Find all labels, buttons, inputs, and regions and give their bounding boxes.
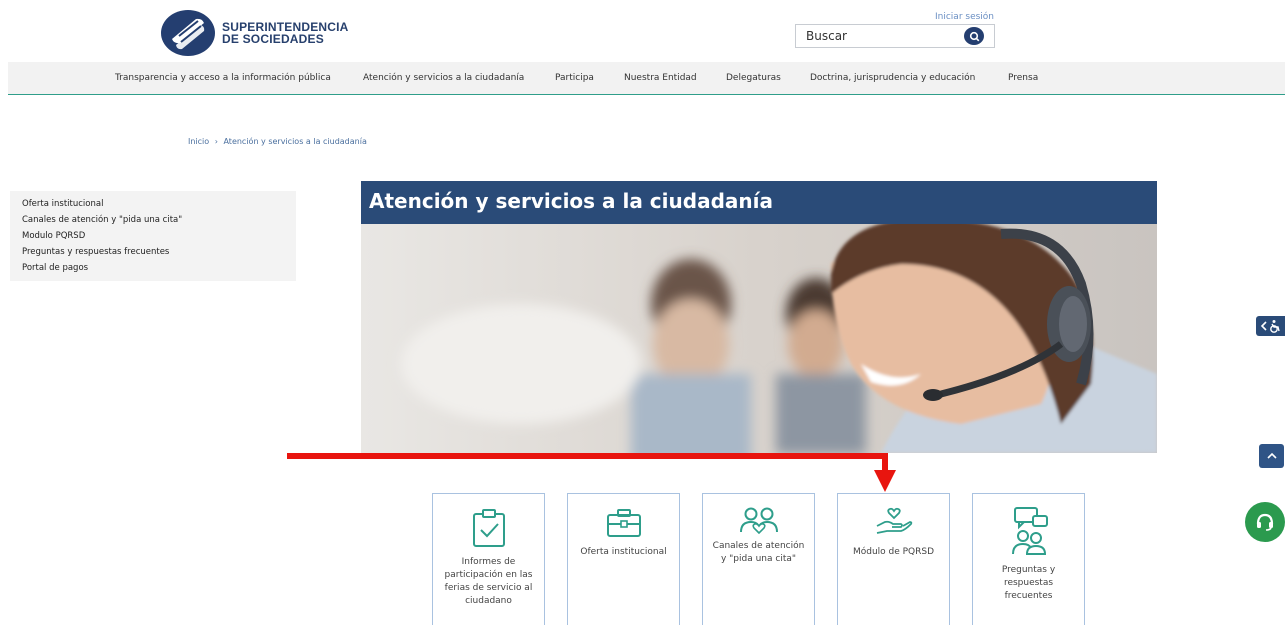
breadcrumb-separator: › — [214, 137, 218, 146]
card-informes[interactable]: Informes de participación en las ferias … — [432, 493, 545, 625]
search-box — [795, 24, 995, 48]
clipboard-check-icon — [472, 509, 505, 547]
sidebar-item-pagos[interactable]: Portal de pagos — [10, 260, 296, 276]
nav-item-transparencia[interactable]: Transparencia y acceso a la información … — [115, 73, 331, 83]
card-label: Módulo de PQRSD — [852, 547, 935, 557]
hero-banner: Atención y servicios a la ciudadanía — [361, 181, 1157, 453]
main-nav: Transparencia y acceso a la información … — [8, 62, 1285, 95]
sidebar-item-preguntas[interactable]: Preguntas y respuestas frecuentes — [10, 244, 296, 260]
logo-line-2: DE SOCIEDADES — [222, 32, 324, 46]
sidebar-menu: Oferta institucional Canales de atención… — [10, 191, 296, 281]
card-label: Oferta institucional — [580, 547, 667, 557]
page-title: Atención y servicios a la ciudadanía — [369, 189, 773, 213]
site-logo[interactable]: SUPERINTENDENCIA DE SOCIEDADES — [160, 9, 349, 57]
scroll-top-button[interactable] — [1259, 444, 1284, 468]
search-button[interactable] — [964, 27, 984, 45]
logo-text: SUPERINTENDENCIA DE SOCIEDADES — [222, 21, 349, 45]
people-heart-icon — [739, 507, 778, 534]
nav-item-delegaturas[interactable]: Delegaturas — [726, 73, 781, 83]
sidebar-item-oferta[interactable]: Oferta institucional — [10, 196, 296, 212]
card-pqrsd[interactable]: Módulo de PQRSD — [837, 493, 950, 625]
headset-icon — [1256, 513, 1274, 531]
sidebar-item-canales[interactable]: Canales de atención y "pida una cita" — [10, 212, 296, 228]
breadcrumb-current: Atención y servicios a la ciudadanía — [223, 137, 367, 146]
banner-title-bar: Atención y servicios a la ciudadanía — [361, 181, 1157, 224]
login-link[interactable]: Iniciar sesión — [935, 12, 994, 22]
search-input[interactable] — [796, 25, 956, 47]
breadcrumb-home[interactable]: Inicio — [188, 137, 209, 146]
nav-item-prensa[interactable]: Prensa — [1008, 73, 1038, 83]
annotation-arrow-icon — [287, 453, 896, 492]
breadcrumb: Inicio › Atención y servicios a la ciuda… — [188, 137, 370, 146]
card-canales[interactable]: Canales de atención y "pida una cita" — [702, 493, 815, 625]
card-preguntas[interactable]: Preguntas y respuestas frecuentes — [972, 493, 1085, 625]
chevron-up-icon — [1266, 452, 1277, 459]
call-center-photo — [361, 224, 1157, 453]
nav-item-nuestra-entidad[interactable]: Nuestra Entidad — [624, 73, 697, 83]
people-chat-icon — [1011, 507, 1048, 555]
hand-heart-icon — [876, 507, 912, 534]
nav-item-participa[interactable]: Participa — [555, 73, 594, 83]
accessibility-button[interactable] — [1256, 316, 1285, 336]
card-label: Informes de participación en las ferias … — [444, 557, 533, 606]
card-oferta[interactable]: Oferta institucional — [567, 493, 680, 625]
supersociedades-logo-icon — [161, 10, 215, 56]
help-chat-button[interactable] — [1245, 502, 1285, 542]
search-icon — [969, 31, 979, 41]
nav-item-atencion[interactable]: Atención y servicios a la ciudadanía — [363, 73, 524, 83]
card-label: Preguntas y respuestas frecuentes — [1001, 565, 1056, 601]
nav-item-doctrina[interactable]: Doctrina, jurisprudencia y educación — [810, 73, 975, 83]
briefcase-icon — [606, 509, 641, 537]
sidebar-item-pqrsd[interactable]: Modulo PQRSD — [10, 228, 296, 244]
card-label: Canales de atención y "pida una cita" — [712, 541, 805, 564]
accessibility-icon — [1260, 320, 1280, 333]
